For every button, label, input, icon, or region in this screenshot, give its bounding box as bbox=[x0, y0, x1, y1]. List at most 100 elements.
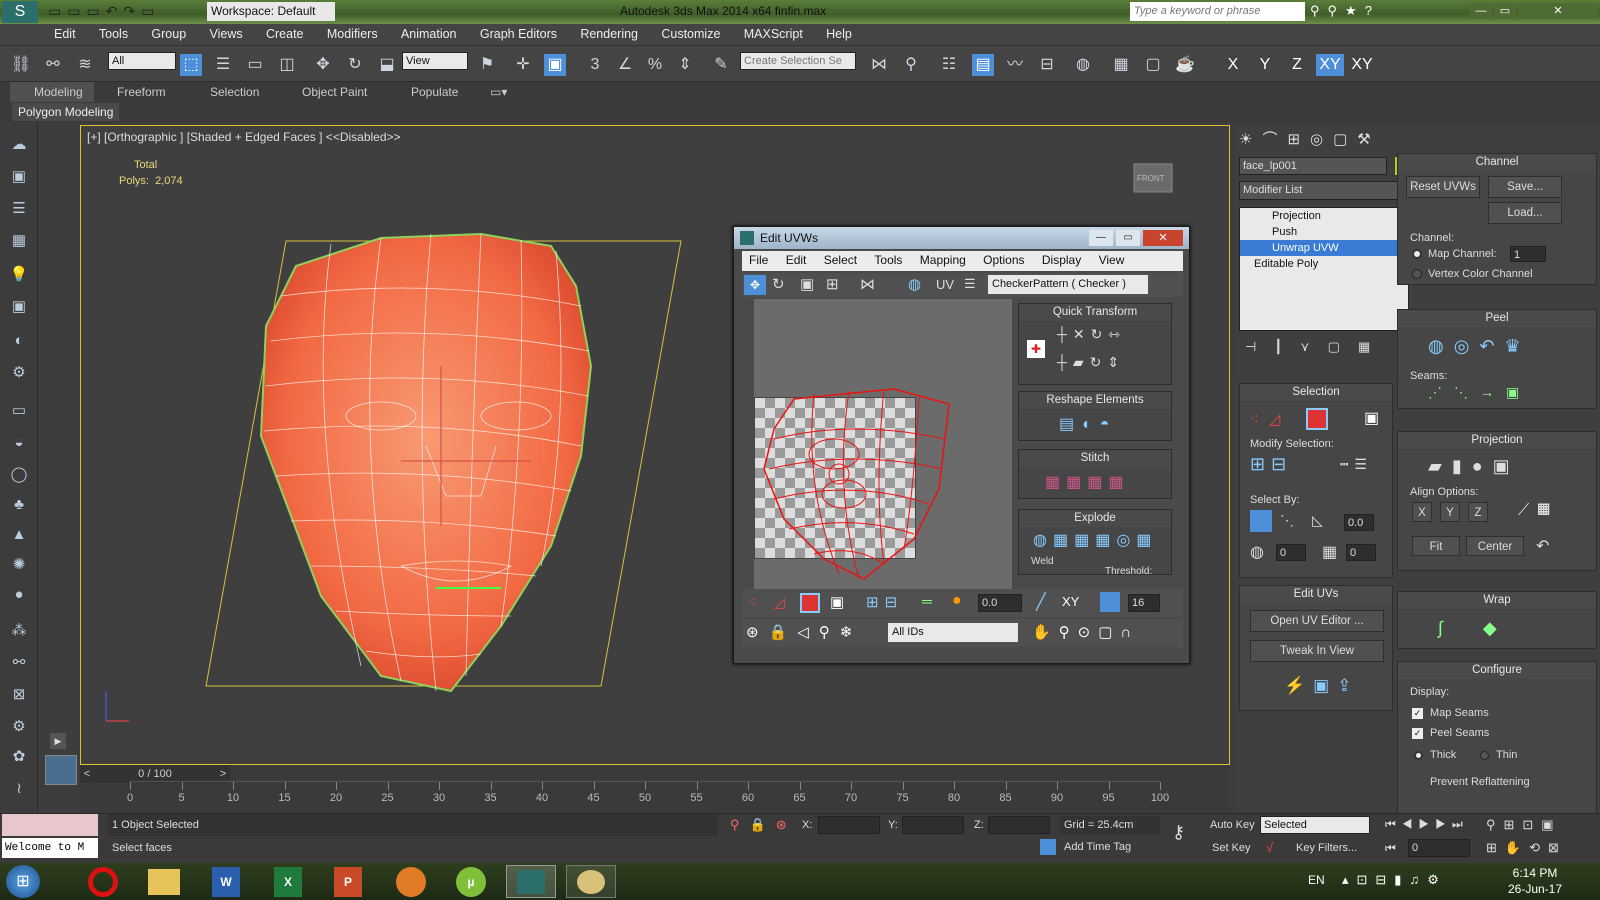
dome-icon[interactable]: ◒ bbox=[8, 432, 30, 454]
stack-tools-icons[interactable]: ⊣┃⋎▢▦ bbox=[1245, 339, 1388, 355]
maximize-icon[interactable]: ▭ bbox=[1494, 3, 1516, 19]
peel-seams-checkbox[interactable]: ✓ bbox=[1412, 728, 1423, 739]
viewcube[interactable]: FRONT bbox=[1137, 174, 1165, 183]
view-tools-icons[interactable]: ⊛🔒◁⚲❄ bbox=[746, 623, 862, 641]
open-uv-editor-button[interactable]: Open UV Editor ... bbox=[1250, 610, 1384, 632]
grow-shrink-sel-icons[interactable]: ⊞⊟ bbox=[1250, 454, 1292, 475]
render-setup-icon[interactable]: ▦ bbox=[1110, 54, 1132, 76]
uvw-menu-file[interactable]: File bbox=[742, 251, 775, 269]
move-icon[interactable]: ✥ bbox=[312, 54, 334, 76]
ids-dropdown[interactable]: All IDs bbox=[888, 623, 1018, 642]
render-icon[interactable]: ☕ bbox=[1174, 54, 1196, 76]
tab-object-paint[interactable]: Object Paint bbox=[302, 85, 367, 99]
spinner-snap-icon[interactable]: ⇕ bbox=[674, 54, 696, 76]
window-crossing-icon[interactable]: ◫ bbox=[276, 54, 298, 76]
menu-modifiers[interactable]: Modifiers bbox=[317, 24, 388, 44]
menu-views[interactable]: Views bbox=[200, 24, 253, 44]
menu-help[interactable]: Help bbox=[816, 24, 862, 44]
uvw-close-icon[interactable]: ✕ bbox=[1143, 230, 1183, 246]
tweak-in-view-button[interactable]: Tweak In View bbox=[1250, 640, 1384, 662]
checker-dropdown[interactable]: CheckerPattern ( Checker ) bbox=[988, 275, 1148, 294]
search-input[interactable]: Type a keyword or phrase bbox=[1130, 2, 1305, 21]
snap-grid-icon[interactable] bbox=[1100, 592, 1120, 612]
key-tangent-icon[interactable]: √ bbox=[1266, 840, 1273, 855]
uvw-mirror-icon[interactable]: ⋈ bbox=[860, 275, 875, 293]
wrap-tool-icons[interactable]: ∫◆ bbox=[1438, 618, 1537, 639]
command-tabs-icons[interactable]: ☀⌒⊞◎▢⚒ bbox=[1239, 128, 1394, 148]
center-button[interactable]: Center bbox=[1466, 536, 1524, 556]
viewport-nav-icons-2[interactable]: ⊞✋⟲⊠ bbox=[1486, 840, 1567, 856]
tab-freeform[interactable]: Freeform bbox=[117, 85, 166, 99]
axis-xy-cycle-button[interactable]: XY bbox=[1348, 54, 1376, 76]
bind-space-warp-icon[interactable]: ≋ bbox=[74, 54, 96, 76]
key-mode-icon[interactable]: ⏮ bbox=[1385, 841, 1396, 856]
stack-item-unwrap-uvw[interactable]: Unwrap UVW bbox=[1240, 240, 1408, 256]
axis-xy-button[interactable]: XY bbox=[1316, 54, 1344, 76]
maxscript-listener[interactable]: Welcome to M bbox=[2, 838, 98, 858]
particles-icon[interactable]: ⁂ bbox=[8, 620, 30, 642]
element-mode-icon[interactable]: ▣ bbox=[830, 593, 844, 611]
load-button[interactable]: Load... bbox=[1488, 202, 1562, 224]
falloff-value[interactable]: 0.0 bbox=[978, 594, 1022, 612]
create-selection-set-dropdown[interactable]: Create Selection Se bbox=[740, 52, 856, 70]
uvw-menu-select[interactable]: Select bbox=[817, 251, 864, 269]
z-coord-field[interactable] bbox=[988, 816, 1050, 834]
modifier-list-dropdown[interactable]: Modifier List bbox=[1239, 181, 1409, 200]
menu-animation[interactable]: Animation bbox=[391, 24, 467, 44]
x-coord-field[interactable] bbox=[818, 816, 880, 834]
quick-transform-header[interactable]: Quick Transform bbox=[1019, 304, 1171, 321]
excel-icon[interactable]: X bbox=[274, 867, 302, 897]
select-by-value-2[interactable]: 0 bbox=[1276, 544, 1306, 561]
y-coord-field[interactable] bbox=[902, 816, 964, 834]
select-by-sphere-icon[interactable]: ◍ bbox=[1250, 542, 1264, 562]
uvw-minimize-icon[interactable]: — bbox=[1089, 230, 1113, 246]
projection-header[interactable]: Projection bbox=[1398, 432, 1596, 449]
loop-ring-icons[interactable]: ┅☰ bbox=[1340, 456, 1373, 473]
timeline-ruler[interactable]: 0 5 10 15 20 25 30 35 40 45 50 55 60 65 70 75 80 85 90 95 10… bbox=[127, 781, 1169, 809]
grid-icon[interactable]: ▦ bbox=[8, 230, 30, 252]
word-icon[interactable]: W bbox=[212, 867, 240, 897]
face-mode-icon[interactable] bbox=[800, 593, 820, 613]
uvw-menu-view[interactable]: View bbox=[1092, 251, 1132, 269]
uvw-maximize-icon[interactable]: ▭ bbox=[1116, 230, 1140, 246]
schematic-view-icon[interactable]: ⊟ bbox=[1036, 54, 1058, 76]
snap-toggle-icon[interactable]: 3 bbox=[584, 54, 606, 76]
save-button[interactable]: Save... bbox=[1488, 176, 1562, 198]
thick-radio[interactable] bbox=[1414, 751, 1423, 760]
add-time-tag[interactable]: Add Time Tag bbox=[1064, 841, 1131, 853]
vertex-color-radio[interactable] bbox=[1412, 269, 1422, 279]
plant-icon[interactable]: ✿ bbox=[8, 746, 30, 768]
render-frame-icon[interactable]: ▢ bbox=[1142, 54, 1164, 76]
align-y-button[interactable]: Y bbox=[1440, 502, 1460, 522]
viewport-thumb[interactable] bbox=[45, 755, 77, 785]
key-filters-button[interactable]: Key Filters... bbox=[1296, 842, 1357, 854]
playback-controls-icons[interactable]: ⏮◀▶▶⏭ bbox=[1385, 817, 1469, 832]
powerpoint-icon[interactable]: P bbox=[334, 867, 362, 897]
uvw-sphere-icon[interactable]: ◍ bbox=[908, 275, 921, 293]
menu-create[interactable]: Create bbox=[256, 24, 314, 44]
uvw-scale-icon[interactable]: ▣ bbox=[800, 275, 814, 293]
frame-icon[interactable]: ▣ bbox=[8, 166, 30, 188]
plane-icon[interactable]: ▭ bbox=[8, 400, 30, 422]
max-logo-icon[interactable]: S bbox=[2, 1, 38, 23]
edit-uvs-tool-icons[interactable]: ⚡▣⇪ bbox=[1284, 676, 1359, 696]
key-icon[interactable]: ⚷ bbox=[1172, 822, 1185, 843]
chrome-icon[interactable] bbox=[396, 867, 426, 897]
seam-tool-icons[interactable]: ⋰⋱→▣ bbox=[1428, 384, 1531, 401]
reshape-elements-header[interactable]: Reshape Elements bbox=[1019, 392, 1171, 409]
thin-radio[interactable] bbox=[1480, 751, 1489, 760]
xy-label[interactable]: XY bbox=[1062, 594, 1079, 609]
quick-access-icons[interactable]: ▭▭▭↶↷▭ bbox=[48, 3, 160, 20]
select-object-icon[interactable]: ⬚ bbox=[180, 54, 202, 76]
material-editor-icon[interactable]: ◍ bbox=[1072, 54, 1094, 76]
curve-editor-icon[interactable]: 〰 bbox=[1004, 54, 1026, 76]
sphere-icon[interactable]: ◯ bbox=[8, 464, 30, 486]
explode-header[interactable]: Explode bbox=[1019, 510, 1171, 527]
grid-value[interactable]: 16 bbox=[1128, 594, 1160, 612]
uvw-menu-tools[interactable]: Tools bbox=[867, 251, 909, 269]
element-subobject-icon[interactable]: ▣ bbox=[1364, 408, 1379, 428]
paint-taskbar-item[interactable] bbox=[566, 865, 616, 898]
stitch-icons[interactable]: ▦▦▦▦ bbox=[1045, 472, 1129, 492]
menu-customize[interactable]: Customize bbox=[651, 24, 730, 44]
space-tools-icons[interactable]: ┼▰↻⇕ bbox=[1057, 354, 1125, 371]
